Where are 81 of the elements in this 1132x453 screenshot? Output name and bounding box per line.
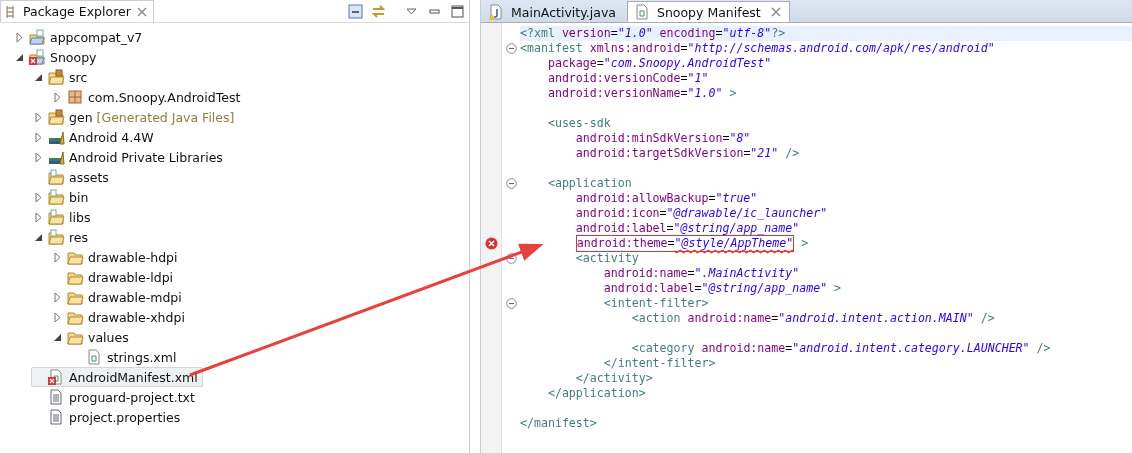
java-file-icon bbox=[488, 3, 505, 21]
code-text: <?xml version="1.0" encoding="utf-8"?> bbox=[520, 26, 786, 41]
code-text: </activity> bbox=[574, 371, 653, 386]
code-text: </manifest> bbox=[520, 416, 597, 431]
fold-icon[interactable] bbox=[505, 178, 517, 189]
code-text: android:allowBackup="true" bbox=[574, 191, 758, 206]
tree-item[interactable]: strings.xml bbox=[69, 347, 182, 367]
tree-item[interactable]: project.properties bbox=[31, 407, 186, 427]
expand-arrow-icon[interactable] bbox=[52, 311, 62, 323]
tree-item[interactable]: Android 4.4W bbox=[31, 127, 159, 147]
expand-arrow-icon[interactable] bbox=[33, 111, 43, 123]
tree-item[interactable]: gen [Generated Java Files] bbox=[31, 107, 240, 127]
code-text: package="com.Snoopy.AndroidTest" bbox=[546, 56, 772, 71]
folder-icon bbox=[48, 188, 65, 206]
fold-icon[interactable] bbox=[505, 43, 517, 54]
code-text: android:versionCode="1" bbox=[546, 71, 709, 86]
tree-item[interactable]: AndroidManifest.xml bbox=[31, 367, 203, 387]
code-text: android:minSdkVersion="8" bbox=[574, 131, 751, 146]
expand-arrow-icon[interactable] bbox=[33, 211, 43, 223]
tree-item[interactable]: values bbox=[50, 327, 134, 347]
code-text: <activity bbox=[574, 251, 639, 266]
folder-icon bbox=[48, 228, 65, 246]
expand-arrow-icon[interactable] bbox=[33, 191, 43, 203]
code-text: android:targetSdkVersion="21" /> bbox=[574, 146, 800, 161]
project-folder-icon bbox=[29, 28, 46, 46]
expand-arrow-icon[interactable] bbox=[33, 151, 43, 163]
maximize-icon[interactable] bbox=[450, 3, 465, 19]
code-text: <action android:name="android.intent.action.MAIN" /> bbox=[630, 311, 995, 326]
tree-item[interactable]: res bbox=[31, 227, 94, 247]
editor-tab[interactable]: Snoopy Manifest bbox=[626, 1, 790, 22]
xml-file-error-icon bbox=[48, 368, 65, 386]
code-text: android:label="@string/app_name" > bbox=[602, 281, 842, 296]
tree-item[interactable]: Android Private Libraries bbox=[31, 147, 228, 167]
code-text: android:name=".MainActivity" bbox=[602, 266, 800, 281]
text-file-icon bbox=[48, 388, 65, 406]
expand-arrow-icon[interactable] bbox=[33, 131, 43, 143]
source-folder-icon bbox=[48, 108, 65, 126]
fold-icon[interactable] bbox=[505, 253, 517, 264]
view-tab[interactable]: Package Explorer bbox=[0, 0, 154, 22]
xml-file-icon bbox=[86, 348, 103, 366]
tree-item[interactable]: libs bbox=[31, 207, 96, 227]
expand-arrow-icon[interactable] bbox=[52, 291, 62, 303]
tree-item[interactable]: com.Snoopy.AndroidTest bbox=[50, 87, 246, 107]
text-file-icon bbox=[48, 408, 65, 426]
tree-item[interactable]: proguard-project.txt bbox=[31, 387, 200, 407]
tree-item[interactable]: drawable-xhdpi bbox=[50, 307, 190, 327]
tree-item[interactable]: drawable-hdpi bbox=[50, 247, 183, 267]
tree-item[interactable]: Snoopy bbox=[12, 47, 102, 67]
folder-icon bbox=[48, 168, 65, 186]
xml-file-icon bbox=[633, 3, 651, 21]
package-tree-icon bbox=[5, 4, 17, 19]
expand-arrow-icon[interactable] bbox=[14, 31, 24, 43]
code-text: </application> bbox=[546, 386, 646, 401]
editor-tab[interactable]: MainActivity.java bbox=[481, 1, 625, 22]
code-text: > bbox=[800, 236, 809, 251]
code-text: android:versionName="1.0" > bbox=[546, 86, 737, 101]
code-text: </intent-filter> bbox=[602, 356, 716, 371]
code-text: <intent-filter> bbox=[602, 296, 709, 311]
code-text: <application bbox=[546, 176, 632, 191]
tree-item[interactable]: drawable-ldpi bbox=[50, 267, 179, 287]
folder-icon bbox=[48, 208, 65, 226]
tree-item[interactable]: bin bbox=[31, 187, 94, 207]
code-text: <uses-sdk bbox=[546, 116, 611, 131]
close-icon[interactable] bbox=[770, 7, 781, 17]
expand-arrow-icon[interactable] bbox=[52, 91, 62, 103]
tree-item[interactable]: src bbox=[31, 67, 93, 87]
tree-item[interactable]: drawable-mdpi bbox=[50, 287, 187, 307]
tree-item[interactable]: appcompat_v7 bbox=[12, 27, 148, 47]
code-text: <manifest xmlns:android="http://schemas.android.com/apk/res/android" bbox=[520, 41, 995, 56]
source-folder-icon bbox=[48, 68, 65, 86]
fold-icon[interactable] bbox=[505, 298, 517, 309]
collapse-all-icon[interactable] bbox=[348, 3, 363, 19]
code-text: android:icon="@drawable/ic_launcher" bbox=[574, 206, 828, 221]
link-arrows-icon[interactable] bbox=[371, 3, 386, 19]
project-folder-error-icon bbox=[29, 48, 46, 66]
expand-arrow-icon[interactable] bbox=[52, 251, 62, 263]
code-text: <category android:name="android.intent.category.LAUNCHER" /> bbox=[630, 341, 1051, 356]
tree-item[interactable]: assets bbox=[31, 167, 114, 187]
close-icon[interactable] bbox=[136, 6, 147, 17]
code-text: android:label="@string/app_name" bbox=[574, 221, 800, 236]
package-icon bbox=[67, 88, 84, 106]
